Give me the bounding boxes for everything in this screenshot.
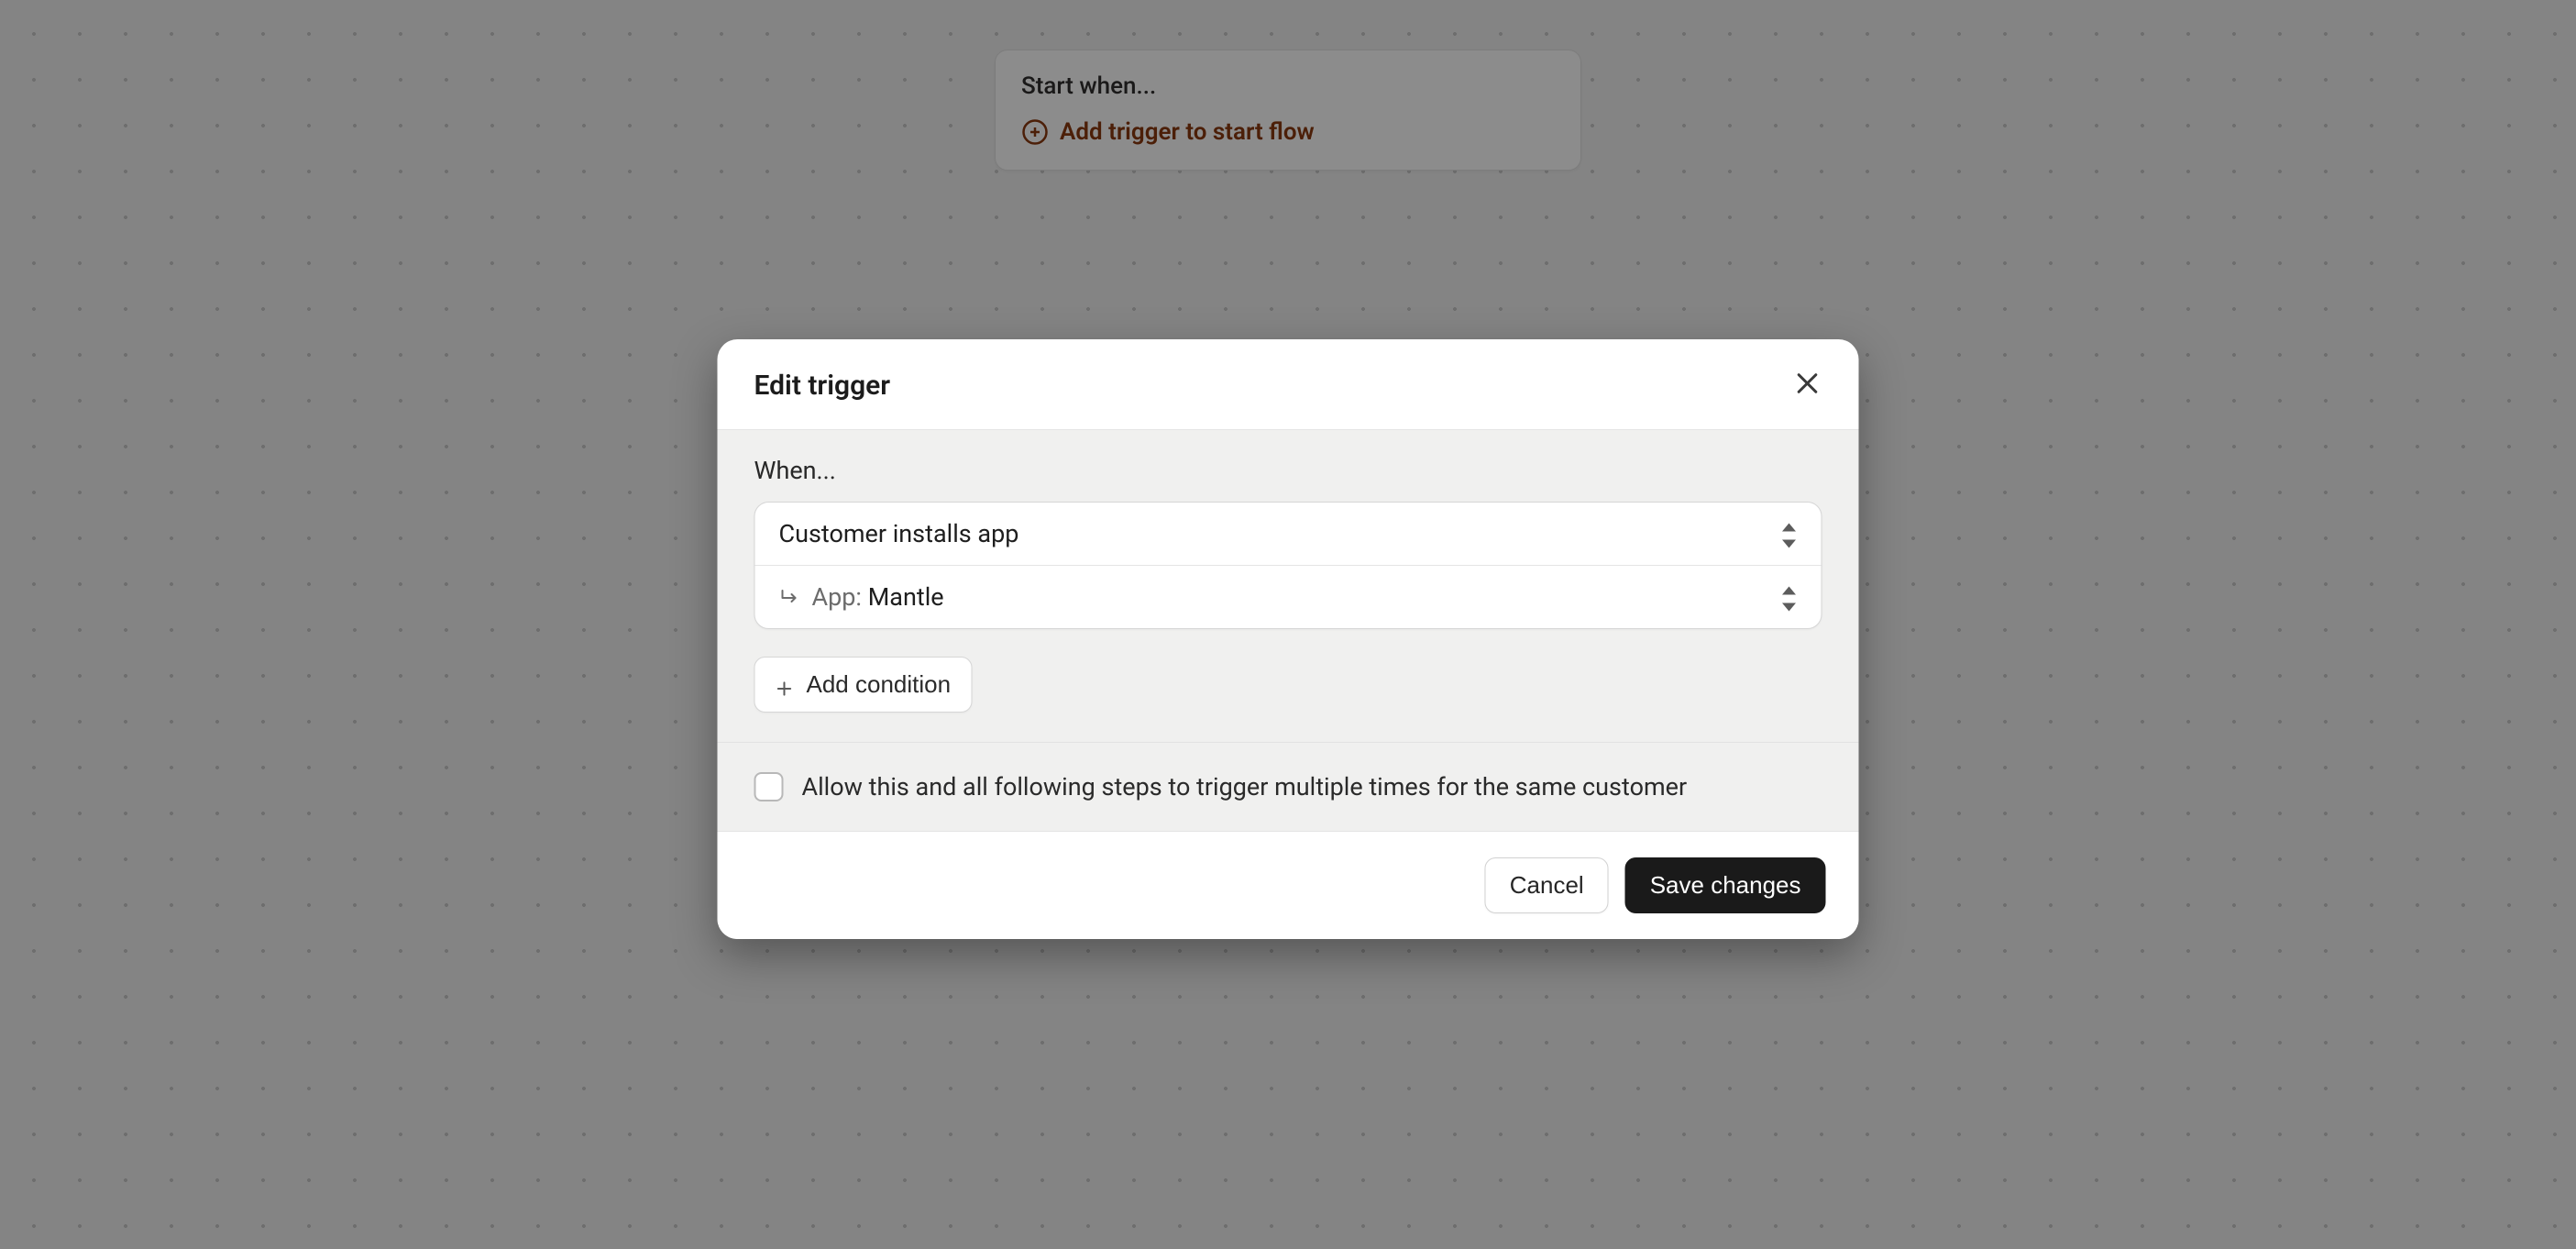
save-changes-button[interactable]: Save changes (1625, 857, 1826, 913)
chevron-updown-icon (1781, 585, 1798, 609)
modal-header: Edit trigger (718, 339, 1859, 430)
modal-title: Edit trigger (754, 370, 891, 402)
flow-canvas: Start when... Add trigger to start flow … (0, 0, 2576, 1249)
app-select[interactable]: App: Mantle (755, 565, 1822, 628)
subdirectory-arrow-icon (779, 586, 801, 608)
when-section: When... Customer installs app (718, 430, 1859, 742)
allow-multiple-checkbox[interactable] (754, 772, 784, 801)
modal-footer: Cancel Save changes (718, 831, 1859, 939)
allow-multiple-label: Allow this and all following steps to tr… (802, 772, 1688, 801)
trigger-select-group: Customer installs app (754, 502, 1822, 629)
app-select-value: Mantle (868, 582, 944, 612)
add-condition-button[interactable]: Add condition (754, 657, 973, 713)
cancel-label: Cancel (1510, 871, 1584, 899)
trigger-event-select[interactable]: Customer installs app (755, 503, 1822, 565)
close-button[interactable] (1789, 367, 1826, 403)
edit-trigger-modal: Edit trigger When... Customer installs a… (718, 339, 1859, 939)
allow-multiple-section: Allow this and all following steps to tr… (718, 742, 1859, 831)
save-changes-label: Save changes (1650, 871, 1801, 899)
cancel-button[interactable]: Cancel (1485, 857, 1609, 913)
add-condition-label: Add condition (807, 670, 952, 699)
plus-icon (776, 676, 794, 694)
close-icon (1793, 369, 1822, 402)
trigger-event-value: Customer installs app (779, 519, 1019, 548)
chevron-updown-icon (1781, 522, 1798, 546)
modal-body: When... Customer installs app (718, 430, 1859, 831)
app-select-prefix: App: (812, 582, 862, 612)
when-label: When... (754, 456, 1822, 485)
